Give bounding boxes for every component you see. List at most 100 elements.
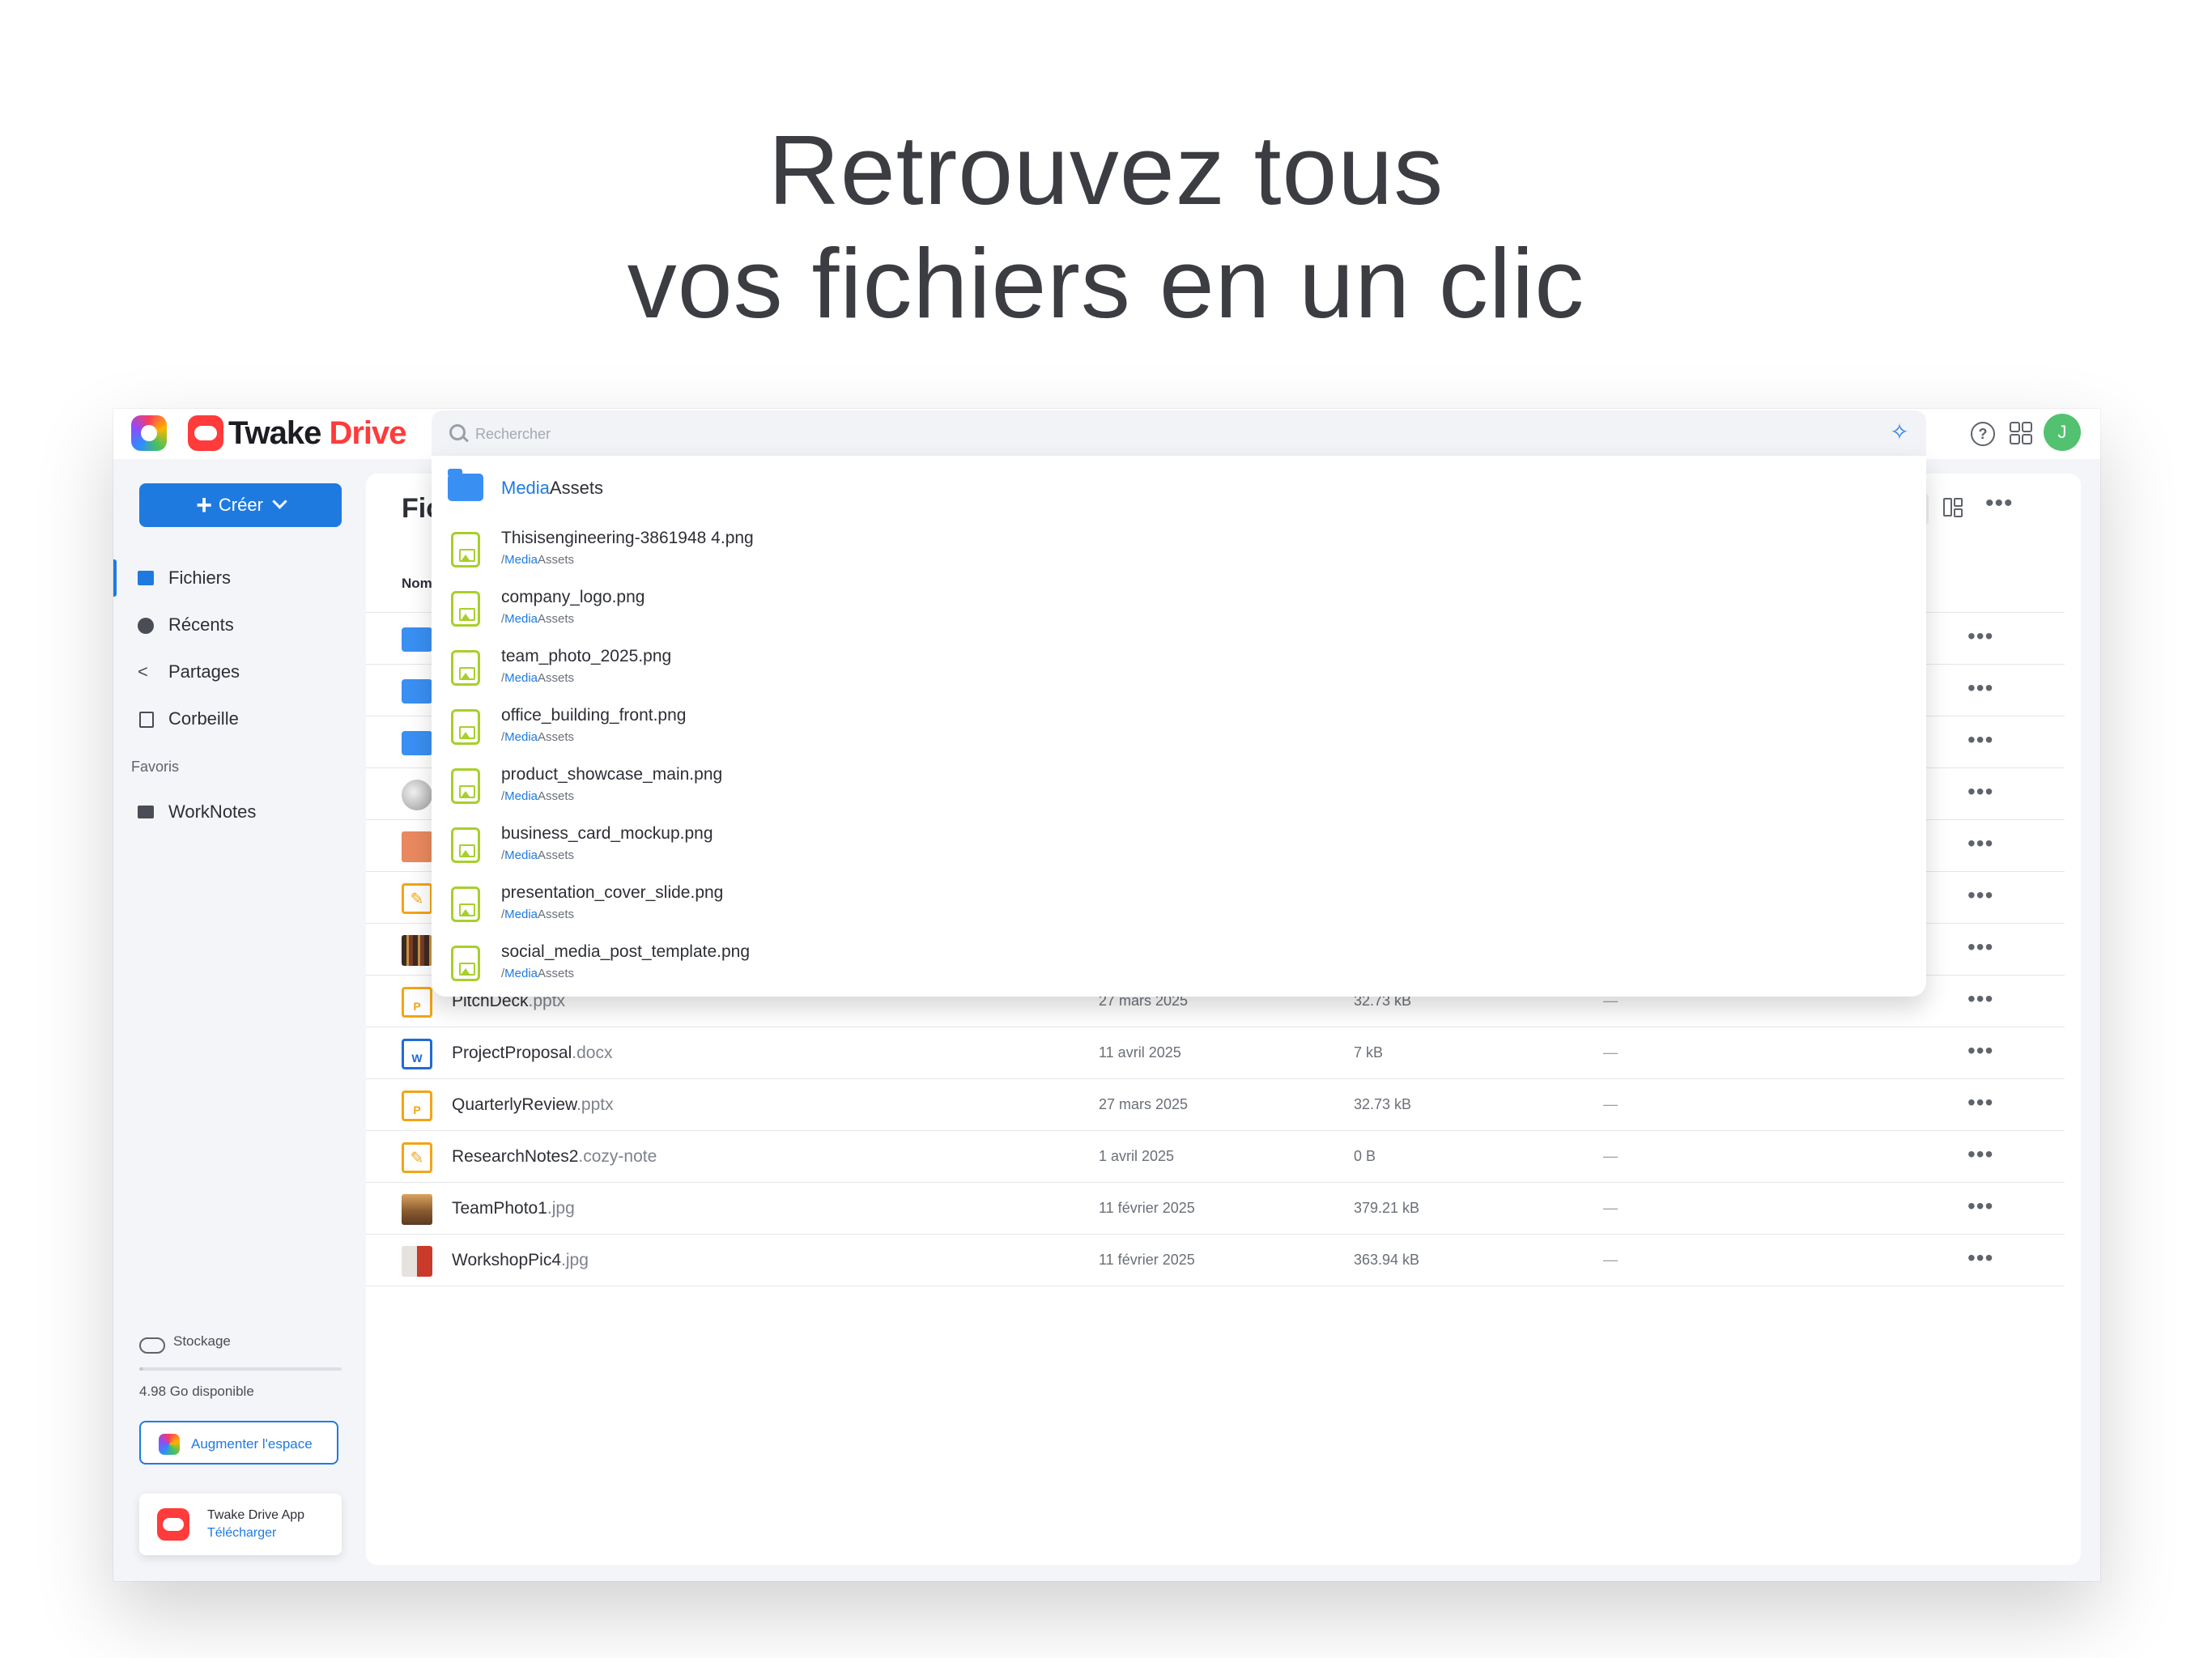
row-more-options-icon[interactable]: ••• [1967, 820, 1993, 867]
file-name[interactable]: ResearchNotes2.cozy-note [452, 1131, 657, 1182]
folder-icon [138, 571, 154, 585]
file-name[interactable]: ProjectProposal.docx [452, 1027, 612, 1078]
help-icon[interactable]: ? [1971, 422, 1995, 446]
image-file-icon [451, 650, 480, 686]
search-result-item[interactable]: office_building_front.png/MediaAssets [432, 698, 1926, 757]
sidebar-item-recents[interactable]: Récents [113, 602, 356, 648]
search-result-item[interactable]: team_photo_2025.png/MediaAssets [432, 639, 1926, 698]
row-more-options-icon[interactable]: ••• [1967, 613, 1993, 660]
headline-line-1: Retrouvez tous [768, 115, 1444, 225]
image-thumbnail-icon [402, 831, 432, 862]
search-bar[interactable]: ✧ [432, 410, 1926, 456]
table-row[interactable]: TeamPhoto1.jpg 11 février 2025 379.21 kB — •… [366, 1183, 2065, 1235]
table-row[interactable]: W ProjectProposal.docx 11 avril 2025 7 kB — •… [366, 1027, 2065, 1079]
row-more-options-icon[interactable]: ••• [1967, 1131, 1993, 1178]
image-thumbnail-icon [402, 1246, 432, 1277]
row-more-options-icon[interactable]: ••• [1967, 768, 1993, 815]
search-result-item[interactable]: presentation_cover_slide.png/MediaAssets [432, 875, 1926, 934]
avatar[interactable]: J [2044, 414, 2081, 451]
plus-icon: + [196, 490, 212, 521]
top-bar: Twake Drive ✧ ? J [113, 409, 2100, 459]
file-date: 1 avril 2025 [1099, 1148, 1175, 1164]
image-file-icon [451, 709, 480, 745]
file-date: 11 avril 2025 [1099, 1044, 1181, 1061]
table-row[interactable]: ✎ ResearchNotes2.cozy-note 1 avril 2025 0 B… [366, 1131, 2065, 1183]
app-window: Twake Drive ✧ ? J + Créer Fichiers Récent… [113, 409, 2100, 1581]
sidebar-item-partages[interactable]: < Partages [113, 648, 356, 695]
grid-view-icon[interactable] [1943, 498, 1963, 517]
file-size: 0 B [1354, 1148, 1376, 1164]
search-result-item[interactable]: company_logo.png/MediaAssets [432, 580, 1926, 639]
table-row[interactable]: WorkshopPic4.jpg 11 février 2025 363.94 kB… [366, 1235, 2065, 1286]
favorite-item-worknotes[interactable]: WorkNotes [113, 789, 356, 835]
chevron-down-icon [272, 494, 287, 509]
row-more-options-icon[interactable]: ••• [1967, 1183, 1993, 1230]
twake-drive-logo-icon[interactable] [188, 415, 223, 451]
row-more-options-icon[interactable]: ••• [1967, 716, 1993, 763]
file-size: 7 kB [1354, 1044, 1384, 1061]
image-file-icon [451, 827, 480, 863]
create-button[interactable]: + Créer [139, 483, 342, 527]
file-date: 11 février 2025 [1099, 1200, 1195, 1216]
search-result-item[interactable]: product_showcase_main.png/MediaAssets [432, 757, 1926, 816]
ai-sparkle-icon[interactable]: ✧ [1887, 420, 1912, 444]
search-result-item[interactable]: social_media_post_template.png/MediaAsse… [432, 934, 1926, 993]
row-more-options-icon[interactable]: ••• [1967, 1235, 1993, 1282]
search-input[interactable] [474, 420, 1853, 448]
search-result-name: team_photo_2025.png [501, 647, 672, 665]
headline-line-2: vos fichiers en un clic [627, 228, 1585, 338]
file-name[interactable]: WorkshopPic4.jpg [452, 1235, 589, 1286]
search-result-path: /MediaAssets [501, 848, 575, 862]
search-result-folder-name: MediaAssets [501, 456, 603, 521]
row-more-options-icon[interactable]: ••• [1967, 872, 1993, 919]
brand-name[interactable]: Twake Drive [228, 412, 407, 454]
storage-progress-bar [139, 1367, 342, 1371]
search-result-path: /MediaAssets [501, 908, 575, 921]
sidebar-item-fichiers[interactable]: Fichiers [113, 555, 356, 602]
search-result-folder[interactable]: MediaAssets [432, 456, 1926, 521]
search-result-path: /MediaAssets [501, 553, 575, 567]
file-name[interactable]: TeamPhoto1.jpg [452, 1183, 575, 1234]
note-file-icon: ✎ [402, 883, 432, 914]
folder-icon [138, 806, 154, 818]
file-size: 363.94 kB [1354, 1252, 1420, 1268]
apps-grid-icon[interactable] [2010, 422, 2034, 446]
brand-name-part1: Twake [228, 415, 321, 451]
folder-icon [402, 679, 432, 704]
search-result-path: /MediaAssets [501, 789, 575, 803]
word-document-icon: W [402, 1039, 432, 1069]
file-date: 27 mars 2025 [1099, 1096, 1189, 1112]
row-more-options-icon[interactable]: ••• [1967, 1027, 1993, 1074]
app-card-title: Twake Drive App [207, 1508, 305, 1522]
row-more-options-icon[interactable]: ••• [1967, 976, 1993, 1022]
more-options-icon[interactable]: ••• [1985, 490, 2014, 517]
trash-icon [139, 712, 154, 728]
search-result-path: /MediaAssets [501, 967, 575, 980]
search-result-path: /MediaAssets [501, 671, 575, 685]
column-header-name[interactable]: Nom [402, 576, 432, 592]
twake-apps-logo-icon[interactable] [131, 415, 167, 451]
folder-icon [402, 731, 432, 755]
sidebar-item-label: Partages [168, 661, 240, 682]
file-name[interactable]: QuarterlyReview.pptx [452, 1079, 614, 1130]
table-row[interactable]: P QuarterlyReview.pptx 27 mars 2025 32.73 k… [366, 1079, 2065, 1131]
file-date: 11 février 2025 [1099, 1252, 1195, 1268]
upgrade-storage-label: Augmenter l'espace [191, 1436, 313, 1452]
upgrade-storage-button[interactable]: Augmenter l'espace [139, 1421, 338, 1465]
search-result-item[interactable]: Thisisengineering-3861948 4.png/MediaAss… [432, 521, 1926, 580]
search-result-name: social_media_post_template.png [501, 942, 751, 961]
storage-label: Stockage [173, 1333, 231, 1349]
search-result-item[interactable]: business_card_mockup.png/MediaAssets [432, 816, 1926, 875]
folder-icon [448, 469, 483, 501]
image-file-icon [451, 532, 480, 568]
folder-name-rest: Assets [549, 478, 603, 498]
row-more-options-icon[interactable]: ••• [1967, 1079, 1993, 1126]
desktop-app-card[interactable]: Twake Drive App Télécharger [139, 1494, 342, 1555]
search-icon [449, 424, 466, 440]
app-card-download-link[interactable]: Télécharger [207, 1526, 276, 1541]
row-more-options-icon[interactable]: ••• [1967, 924, 1993, 971]
sidebar-item-corbeille[interactable]: Corbeille [113, 695, 356, 742]
presentation-file-icon: P [402, 1090, 432, 1121]
image-file-icon [451, 886, 480, 922]
row-more-options-icon[interactable]: ••• [1967, 665, 1993, 712]
